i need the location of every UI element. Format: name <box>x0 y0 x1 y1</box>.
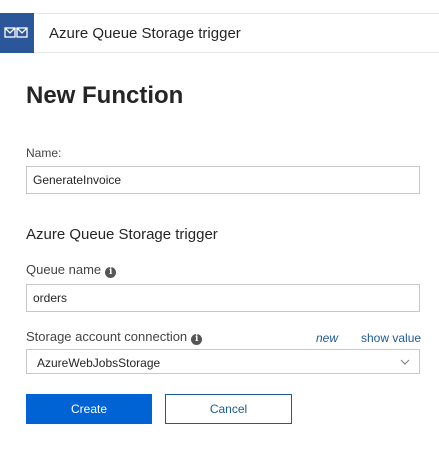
create-button[interactable]: Create <box>26 394 152 424</box>
info-icon[interactable]: i <box>191 334 203 345</box>
name-label: Name: <box>26 146 62 160</box>
storage-connection-select[interactable]: AzureWebJobsStorage <box>26 349 420 374</box>
storage-connection-label: Storage account connection i <box>26 329 203 345</box>
storage-connection-label-text: Storage account connection <box>26 329 188 344</box>
section-heading: Azure Queue Storage trigger <box>26 226 218 243</box>
show-value-link[interactable]: show value <box>361 331 421 345</box>
page-title: New Function <box>26 82 184 109</box>
function-name-input[interactable] <box>26 166 420 194</box>
chevron-down-icon <box>400 359 410 365</box>
queue-message-icon <box>4 27 28 38</box>
queue-name-input[interactable] <box>26 284 420 312</box>
info-icon[interactable]: i <box>105 267 117 278</box>
new-function-page: Azure Queue Storage trigger New Function… <box>0 0 439 473</box>
header-icon-box <box>0 13 34 53</box>
storage-connection-value: AzureWebJobsStorage <box>37 356 161 370</box>
queue-name-label-text: Queue name <box>26 262 102 277</box>
queue-name-label: Queue name i <box>26 262 117 278</box>
template-header: Azure Queue Storage trigger <box>0 13 439 53</box>
header-title: Azure Queue Storage trigger <box>49 25 241 42</box>
new-connection-link[interactable]: new <box>316 331 338 345</box>
cancel-button[interactable]: Cancel <box>165 394 292 424</box>
